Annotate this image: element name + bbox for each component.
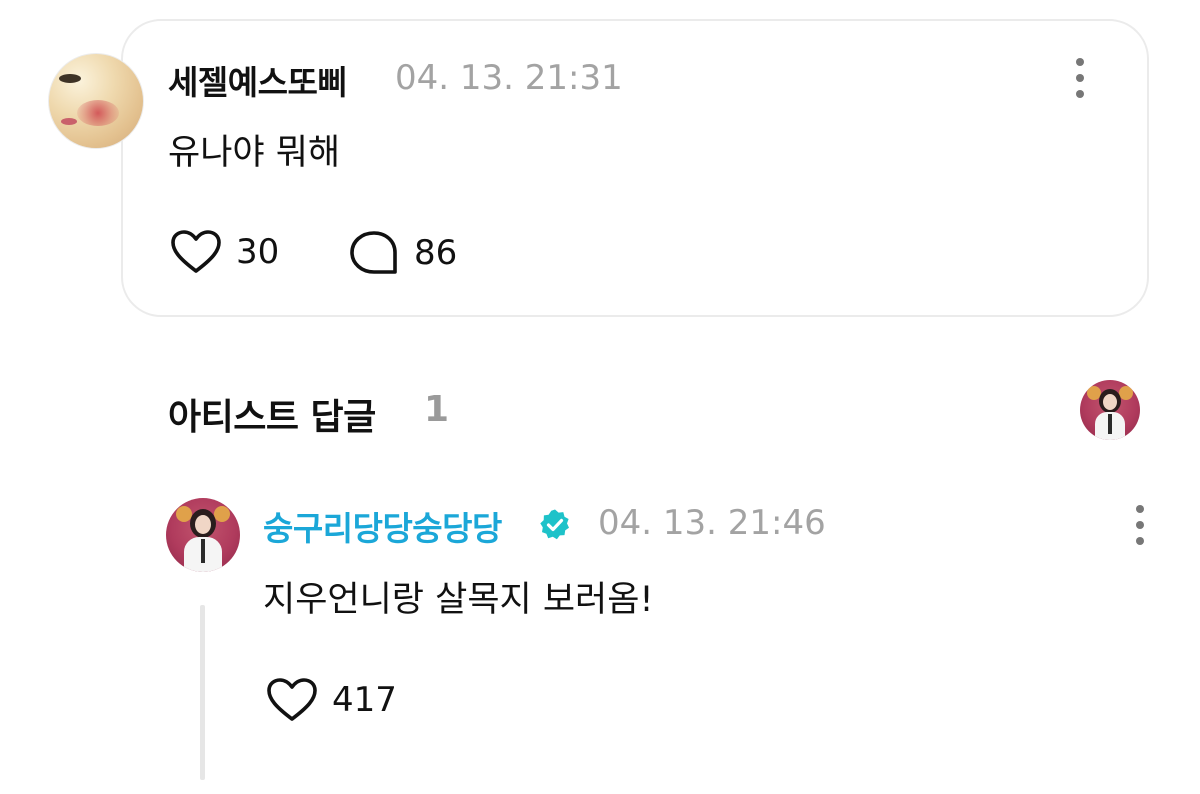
comment-reply-count: 86 xyxy=(414,233,458,273)
comment-text: 유나야 뭐해 xyxy=(168,133,341,173)
verified-badge-icon xyxy=(540,509,569,540)
reply-like-count: 417 xyxy=(332,680,397,720)
comment-like-count: 30 xyxy=(236,232,280,272)
reply-thread-line xyxy=(200,605,205,780)
artist-avatar[interactable] xyxy=(166,498,240,572)
comment-timestamp: 04. 13. 21:31 xyxy=(395,58,623,98)
avatar-blush xyxy=(77,100,119,126)
commenter-name[interactable]: 세젤예스또삐 xyxy=(168,56,348,104)
reply-text: 지우언니랑 살목지 보러옴! xyxy=(263,580,654,620)
reply-more-options-icon[interactable] xyxy=(1135,505,1145,545)
avatar-eye xyxy=(59,74,81,83)
artist-replies-title: 아티스트 답글 xyxy=(168,397,376,438)
artist-name[interactable]: 숭구리당당숭당당 xyxy=(263,502,502,550)
speech-bubble-icon xyxy=(350,231,397,274)
artist-avatar-small[interactable] xyxy=(1080,380,1140,440)
heart-outline-icon xyxy=(171,230,221,273)
heart-outline-icon xyxy=(267,678,317,721)
reply-timestamp: 04. 13. 21:46 xyxy=(598,503,826,543)
artist-replies-count: 1 xyxy=(424,389,450,430)
comment-like-button[interactable]: 30 xyxy=(170,229,279,275)
avatar-lips xyxy=(61,118,77,125)
commenter-avatar[interactable] xyxy=(48,53,144,149)
comment-more-options-icon[interactable] xyxy=(1075,58,1085,98)
comment-reply-button[interactable]: 86 xyxy=(348,229,457,277)
comment-thread: 세젤예스또삐 04. 13. 21:31 유나야 뭐해 30 86 아티스트 답… xyxy=(0,0,1200,794)
reply-like-button[interactable]: 417 xyxy=(266,677,397,723)
